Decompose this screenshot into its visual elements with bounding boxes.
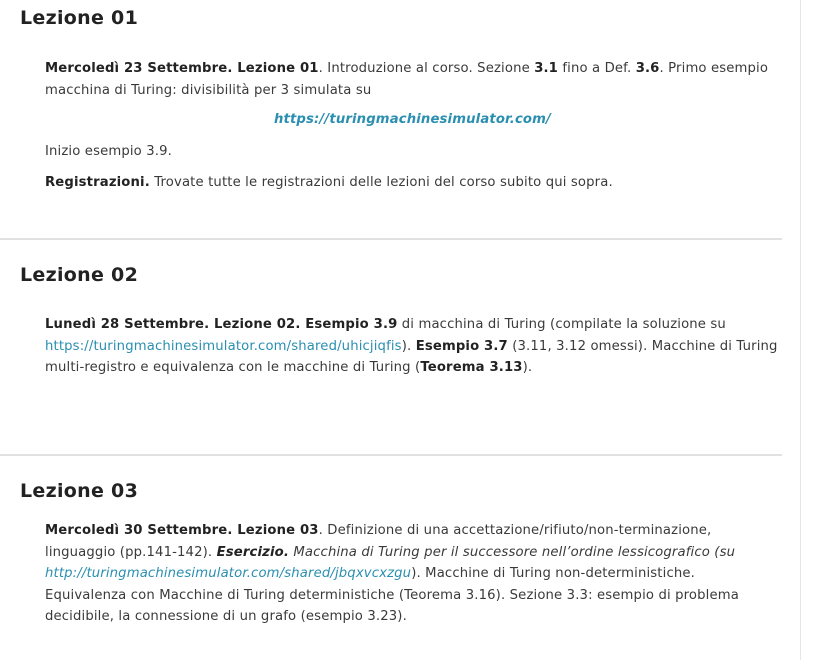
lesson-01-note: Inizio esempio 3.9. <box>45 144 173 159</box>
lesson-03-paragraph: Mercoledì 30 Settembre. Lezione 03. Defi… <box>45 523 739 624</box>
simulator-link-line: https://turingmachinesimulator.com/ <box>45 109 780 131</box>
lesson-title-02: Lezione 02 <box>20 264 139 286</box>
simulator-link[interactable]: https://turingmachinesimulator.com/ <box>274 112 551 127</box>
shared-link-02[interactable]: https://turingmachinesimulator.com/share… <box>45 339 402 354</box>
recordings-note: Registrazioni. Trovate tutte le registra… <box>45 175 613 190</box>
lesson-01-paragraph: Mercoledì 23 Settembre. Lezione 01. Intr… <box>45 61 769 98</box>
section-divider <box>0 454 782 456</box>
right-border <box>800 0 801 660</box>
lesson-03-date: Mercoledì 30 Settembre. Lezione 03 <box>45 523 319 538</box>
lesson-title-03: Lezione 03 <box>20 480 139 502</box>
lesson-title-01: Lezione 01 <box>20 7 139 29</box>
lesson-02-date: Lunedì 28 Settembre. Lezione 02. Esempio… <box>45 317 398 332</box>
lesson-01-date: Mercoledì 23 Settembre. Lezione 01 <box>45 61 319 76</box>
lesson-02-paragraph: Lunedì 28 Settembre. Lezione 02. Esempio… <box>45 317 778 375</box>
shared-link-03[interactable]: http://turingmachinesimulator.com/shared… <box>45 566 411 581</box>
section-divider <box>0 238 782 240</box>
